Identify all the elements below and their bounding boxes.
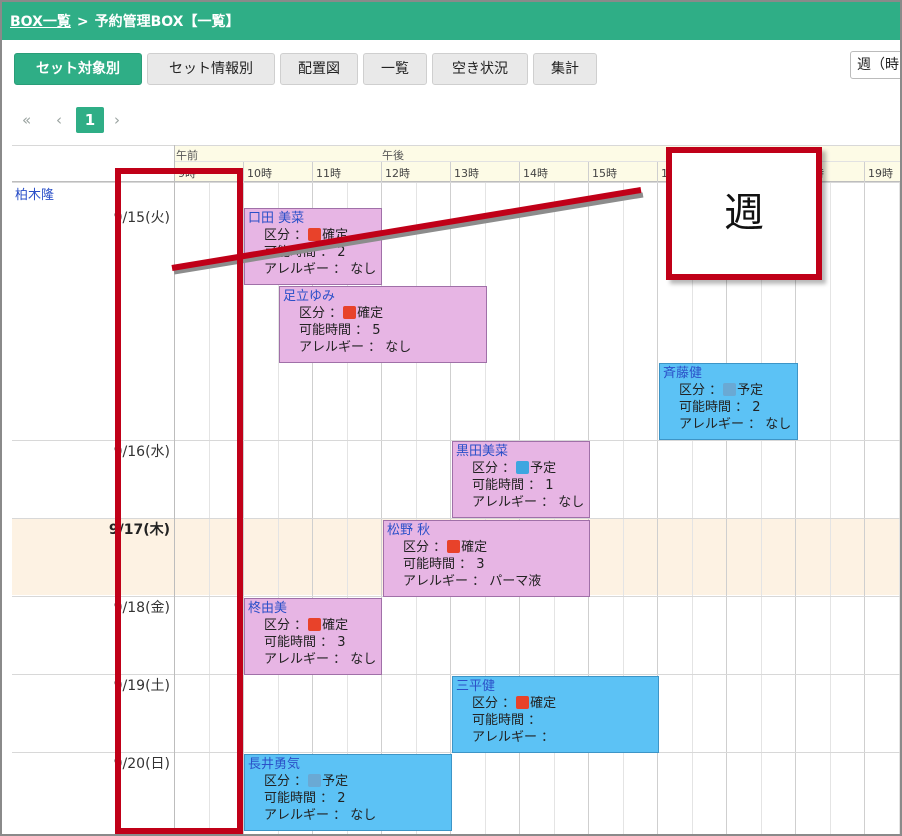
annotation-highlight-box	[115, 168, 243, 834]
app-frame: BOX一覧 > 予約管理BOX【一覧】 セット対象別 セット情報別 配置図 一覧 空…	[0, 0, 902, 836]
annotation-callout: 週	[666, 147, 822, 280]
